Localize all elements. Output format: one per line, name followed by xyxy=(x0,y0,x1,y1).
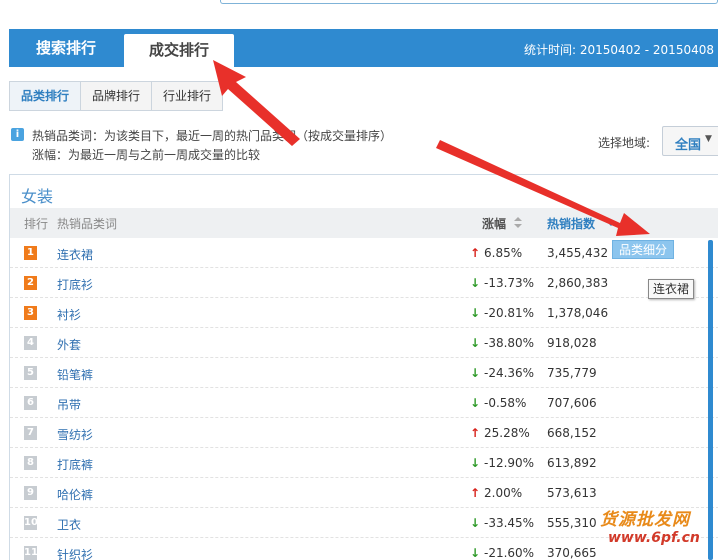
hot-index-value: 707,606 xyxy=(547,396,597,410)
arrow-down-icon: ↓ xyxy=(470,366,481,380)
change-value: -12.90% xyxy=(484,456,535,470)
header-index[interactable]: 热销指数 xyxy=(547,215,595,232)
ranking-tabbar: 搜索排行 成交排行 统计时间: 20150402 - 20150408 xyxy=(9,29,718,67)
table-row[interactable]: 4 外套 ↓ -38.80% 918,028 xyxy=(10,328,718,358)
subtab-category[interactable]: 品类排行 xyxy=(9,81,82,111)
rank-badge: 6 xyxy=(24,396,37,410)
table-row[interactable]: 9 哈伦裤 ↑ 2.00% 573,613 xyxy=(10,478,718,508)
hot-word-link[interactable]: 雪纺衫 xyxy=(57,426,93,443)
hot-word-link[interactable]: 针织衫 xyxy=(57,546,93,560)
table-row[interactable]: 2 打底衫 ↓ -13.73% 2,860,383 xyxy=(10,268,718,298)
hot-word-link[interactable]: 衬衫 xyxy=(57,306,81,323)
table-row[interactable]: 3 衬衫 ↓ -20.81% 1,378,046 xyxy=(10,298,718,328)
category-detail-button[interactable]: 品类细分 > xyxy=(612,240,674,276)
rank-badge: 5 xyxy=(24,366,37,380)
hot-word-link[interactable]: 打底衫 xyxy=(57,276,93,293)
change-value: -0.58% xyxy=(484,396,527,410)
tab-deal-ranking[interactable]: 成交排行 xyxy=(124,34,234,67)
hot-index-value: 668,152 xyxy=(547,426,597,440)
table-row[interactable]: 5 铅笔裤 ↓ -24.36% 735,779 xyxy=(10,358,718,388)
change-value: 6.85% xyxy=(484,246,523,260)
hot-word-link[interactable]: 打底裤 xyxy=(57,456,93,473)
arrow-down-icon: ↓ xyxy=(470,456,481,470)
hot-word-link[interactable]: 铅笔裤 xyxy=(57,366,93,383)
header-word: 热销品类词 xyxy=(57,217,118,231)
rank-badge: 11 xyxy=(24,546,38,560)
hot-index-value: 735,779 xyxy=(547,366,597,380)
hot-index-value: 2,860,383 xyxy=(547,276,609,290)
chevron-down-icon: ▼ xyxy=(705,134,712,144)
arrow-up-icon: ↑ xyxy=(470,246,481,260)
rank-badge: 4 xyxy=(24,336,37,350)
arrow-down-icon: ↓ xyxy=(470,546,481,560)
change-value: -38.80% xyxy=(484,336,535,350)
rank-badge: 10 xyxy=(24,516,38,530)
table-header: 排行 热销品类词 涨幅 热销指数 xyxy=(10,208,718,238)
table-row[interactable]: 8 打底裤 ↓ -12.90% 613,892 xyxy=(10,448,718,478)
table-row[interactable]: 6 吊带 ↓ -0.58% 707,606 xyxy=(10,388,718,418)
arrow-down-icon: ↓ xyxy=(470,396,481,410)
arrow-up-icon: ↑ xyxy=(470,426,481,440)
change-value: -21.60% xyxy=(484,546,535,560)
arrow-down-icon: ↓ xyxy=(470,276,481,290)
hot-index-value: 1,378,046 xyxy=(547,306,609,320)
hot-word-link[interactable]: 连衣裙 xyxy=(57,246,93,263)
hot-word-link[interactable]: 吊带 xyxy=(57,396,81,413)
header-change[interactable]: 涨幅 xyxy=(482,215,506,232)
subtab-industry[interactable]: 行业排行 xyxy=(151,81,224,111)
info-change-desc: 涨幅：为最近一周与之前一周成交量的比较 xyxy=(32,148,261,162)
region-value: 全国 xyxy=(675,138,702,153)
rank-badge: 8 xyxy=(24,456,37,470)
watermark-logo: 货源批发网 xyxy=(600,510,690,530)
sort-icon[interactable] xyxy=(514,217,522,229)
subtabs: 品类排行 品牌排行 行业排行 xyxy=(9,81,224,111)
rank-badge: 7 xyxy=(24,426,37,440)
hot-index-value: 573,613 xyxy=(547,486,597,500)
change-value: 25.28% xyxy=(484,426,530,440)
info-hot-word-desc: 热销品类词：为该类目下，最近一周的热门品类词（按成交量排序） xyxy=(32,129,393,143)
hot-word-link[interactable]: 外套 xyxy=(57,336,81,353)
subtab-brand[interactable]: 品牌排行 xyxy=(80,81,153,111)
change-value: 2.00% xyxy=(484,486,523,500)
rank-badge: 3 xyxy=(24,306,37,320)
change-value: -13.73% xyxy=(484,276,535,290)
change-value: -33.45% xyxy=(484,516,535,530)
watermark-url: www.6pf.cn xyxy=(608,530,700,546)
scrollbar[interactable] xyxy=(708,240,713,560)
rank-badge: 2 xyxy=(24,276,37,290)
info-icon: i xyxy=(11,128,24,141)
hot-index-value: 3,455,432 xyxy=(547,246,609,260)
sort-desc-icon[interactable] xyxy=(606,221,616,226)
region-select[interactable]: 全国 ▼ xyxy=(662,126,718,156)
hot-index-value: 918,028 xyxy=(547,336,597,350)
hot-word-link[interactable]: 卫衣 xyxy=(57,516,81,533)
arrow-down-icon: ↓ xyxy=(470,336,481,350)
rank-badge: 1 xyxy=(24,246,37,260)
arrow-up-icon: ↑ xyxy=(470,486,481,500)
hot-index-value: 613,892 xyxy=(547,456,597,470)
change-value: -24.36% xyxy=(484,366,535,380)
hot-index-value: 555,310 xyxy=(547,516,597,530)
table-row[interactable]: 7 雪纺衫 ↑ 25.28% 668,152 xyxy=(10,418,718,448)
header-rank: 排行 xyxy=(24,217,49,231)
ranking-panel: 女装 排行 热销品类词 涨幅 热销指数 1 连衣裙 ↑ 6.85% 3,455,432 2… xyxy=(9,174,718,560)
tab-search-ranking[interactable]: 搜索排行 xyxy=(19,29,113,67)
stat-time: 统计时间: 20150402 - 20150408 xyxy=(524,43,714,57)
top-search-box[interactable] xyxy=(220,0,718,4)
rank-badge: 9 xyxy=(24,486,37,500)
tooltip: 连衣裙 xyxy=(648,279,694,299)
region-label: 选择地域: xyxy=(598,136,651,150)
arrow-down-icon: ↓ xyxy=(470,306,481,320)
category-title: 女装 xyxy=(21,187,54,206)
hot-index-value: 370,665 xyxy=(547,546,597,560)
hot-word-link[interactable]: 哈伦裤 xyxy=(57,486,93,503)
arrow-down-icon: ↓ xyxy=(470,516,481,530)
change-value: -20.81% xyxy=(484,306,535,320)
